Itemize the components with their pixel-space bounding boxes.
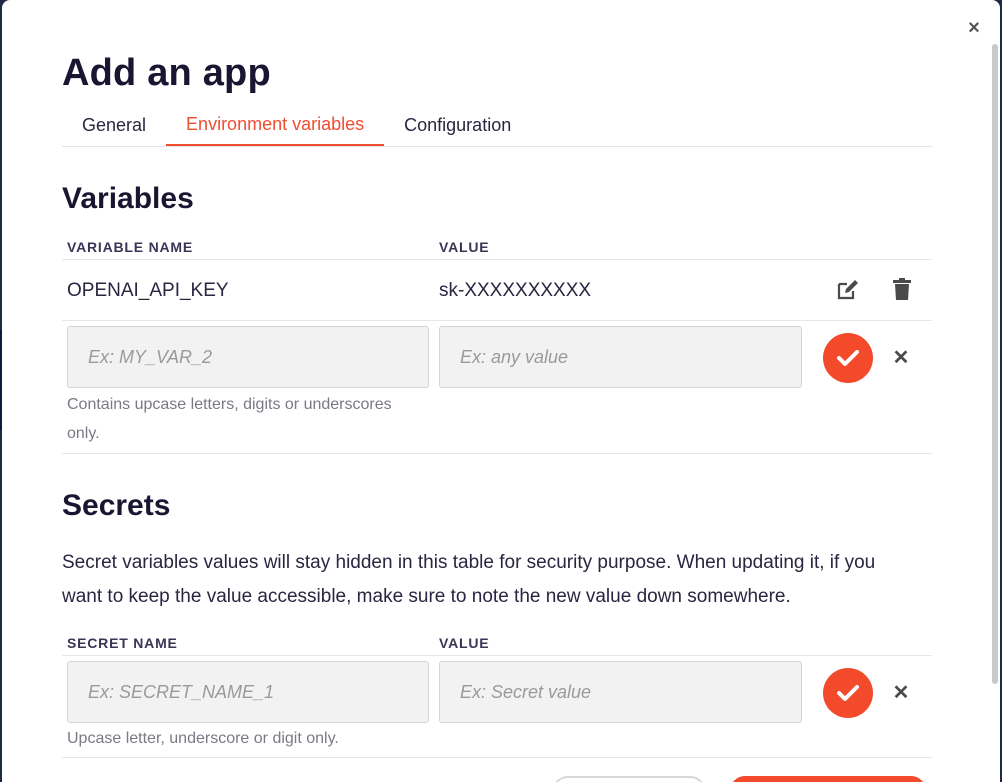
close-modal-button[interactable]: × xyxy=(962,16,986,40)
divider xyxy=(62,757,932,758)
trash-icon xyxy=(893,278,911,300)
close-icon: × xyxy=(968,16,980,39)
variable-name-cell: OPENAI_API_KEY xyxy=(67,280,229,301)
new-secret-name-input[interactable] xyxy=(67,661,429,723)
modal-title: Add an app xyxy=(62,52,271,94)
secret-name-column-header: SECRET NAME xyxy=(67,635,178,651)
primary-footer-button[interactable] xyxy=(730,776,926,782)
secret-name-hint: Upcase letter, underscore or digit only. xyxy=(67,730,339,747)
modal-scrollbar[interactable] xyxy=(990,40,1000,782)
checkmark-icon xyxy=(837,685,859,701)
confirm-secret-button[interactable] xyxy=(823,668,873,718)
checkmark-icon xyxy=(837,350,859,366)
tab-general[interactable]: General xyxy=(62,104,166,146)
close-icon: ✕ xyxy=(892,346,910,369)
divider xyxy=(62,320,932,321)
variable-name-hint: Contains upcase letters, digits or under… xyxy=(67,396,392,442)
new-variable-value-input[interactable] xyxy=(439,326,802,388)
new-variable-name-input[interactable] xyxy=(67,326,429,388)
cancel-secret-button[interactable]: ✕ xyxy=(889,680,913,704)
variable-value-column-header: VALUE xyxy=(439,239,490,255)
tab-configuration[interactable]: Configuration xyxy=(384,104,531,146)
edit-variable-button[interactable] xyxy=(834,276,862,304)
tab-environment-variables[interactable]: Environment variables xyxy=(166,104,385,146)
variable-value-cell: sk-XXXXXXXXXX xyxy=(439,280,592,301)
secrets-description: Secret variables values will stay hidden… xyxy=(62,552,876,607)
add-app-modal: × Add an app General Environment variabl… xyxy=(2,0,1000,782)
secret-value-column-header: VALUE xyxy=(439,635,490,651)
secrets-heading: Secrets xyxy=(62,489,171,522)
divider xyxy=(62,655,932,656)
delete-variable-button[interactable] xyxy=(888,275,916,303)
tab-bar: General Environment variables Configurat… xyxy=(62,104,932,147)
confirm-variable-button[interactable] xyxy=(823,333,873,383)
pencil-square-icon xyxy=(837,280,858,300)
close-icon: ✕ xyxy=(892,681,910,704)
divider xyxy=(62,453,932,454)
new-secret-value-input[interactable] xyxy=(439,661,802,723)
divider xyxy=(62,259,932,260)
variables-heading: Variables xyxy=(62,182,194,215)
variable-name-column-header: VARIABLE NAME xyxy=(67,239,194,255)
cancel-variable-button[interactable]: ✕ xyxy=(889,345,913,369)
scrollbar-thumb[interactable] xyxy=(992,44,998,684)
secondary-footer-button[interactable] xyxy=(552,776,706,782)
